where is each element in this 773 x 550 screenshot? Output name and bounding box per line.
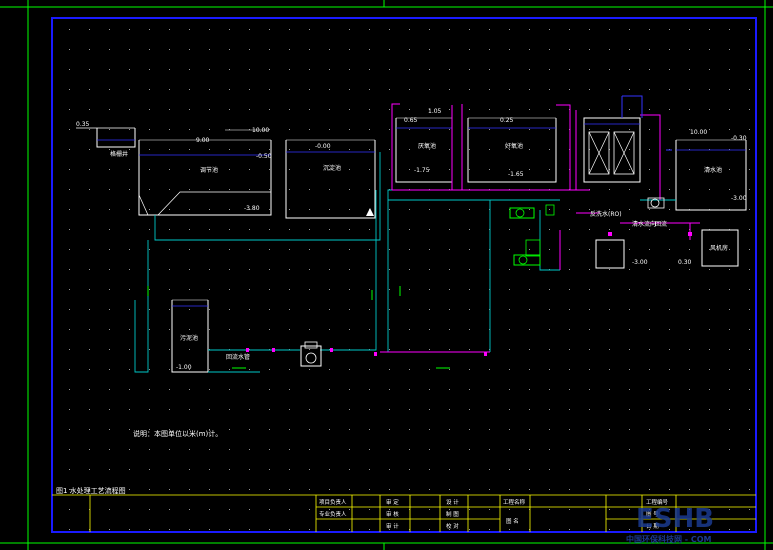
elev-clear-bottom: -3.00 bbox=[731, 195, 747, 202]
label-chem-flow-2: 回流 bbox=[655, 220, 667, 228]
label-return-pipe: 回流水管 bbox=[226, 353, 250, 361]
tb-check: 校 对 bbox=[446, 522, 459, 530]
elev-reg-high: 10.00 bbox=[252, 127, 269, 134]
elev-sludge: -1.00 bbox=[176, 364, 192, 371]
drawing-canvas: 0.35 格栅井 9.00 10.00 -0.50 -3.80 调节池 -0.0… bbox=[0, 0, 773, 550]
tb-project-name: 工程名称 bbox=[503, 498, 526, 506]
elev-aerobic-bottom: -1.65 bbox=[508, 171, 524, 178]
tb-drafting: 制 图 bbox=[446, 510, 459, 518]
elev-dosing: -3.00 bbox=[632, 259, 648, 266]
drawing-note: 说明：本图单位以米(m)计。 bbox=[133, 429, 222, 438]
label-chem-flow: 清水流向 bbox=[632, 220, 656, 228]
elev-sed: -0.00 bbox=[315, 143, 331, 150]
dot-grid bbox=[52, 20, 754, 532]
tb-approve: 审 定 bbox=[386, 498, 399, 506]
label-aerobic: 好氧池 bbox=[505, 142, 523, 150]
watermark-logo: ESHB bbox=[636, 504, 714, 534]
elev-clear-water: -0.30 bbox=[731, 135, 747, 142]
elev-clear-top: 10.00 bbox=[690, 129, 707, 136]
watermark-site: 中国环保科技网 - COM bbox=[626, 534, 712, 544]
label-sedimentation: 沉淀池 bbox=[323, 164, 341, 172]
label-clear-water: 清水池 bbox=[704, 166, 722, 174]
site-watermark: ESHB 中国环保科技网 - COM bbox=[626, 504, 714, 544]
label-anoxic: 厌氧池 bbox=[418, 142, 436, 150]
label-sludge: 污泥池 bbox=[180, 334, 198, 342]
elev-anoxic-high: 1.05 bbox=[428, 108, 442, 115]
elev-anoxic-top: 0.65 bbox=[404, 117, 418, 124]
label-regulation: 调节池 bbox=[200, 166, 218, 174]
elev-reg-water: -0.50 bbox=[256, 153, 272, 160]
elev-inlet: 0.35 bbox=[76, 121, 90, 128]
elev-reg-bottom: -3.80 bbox=[244, 205, 260, 212]
label-filter-note: 反洗水(RO) bbox=[590, 210, 622, 218]
label-grid-well: 格栅井 bbox=[110, 150, 128, 158]
tb-review: 审 核 bbox=[386, 510, 399, 518]
elev-blower: 0.30 bbox=[678, 259, 692, 266]
label-blower: 风机房 bbox=[710, 244, 728, 252]
tb-design: 设 计 bbox=[446, 498, 459, 506]
elev-reg-top: 9.00 bbox=[196, 137, 210, 144]
tb-project-lead: 项目负责人 bbox=[319, 498, 347, 506]
tb-discipline-lead: 专业负责人 bbox=[319, 510, 347, 518]
elev-anoxic-bottom: -1.75 bbox=[414, 167, 430, 174]
title-strip: 图1 水处理工艺流程图 bbox=[56, 486, 126, 495]
elev-aerobic-top: 0.25 bbox=[500, 117, 514, 124]
tb-audit: 审 计 bbox=[386, 522, 399, 530]
tb-drawing-name: 图 名 bbox=[506, 517, 519, 525]
